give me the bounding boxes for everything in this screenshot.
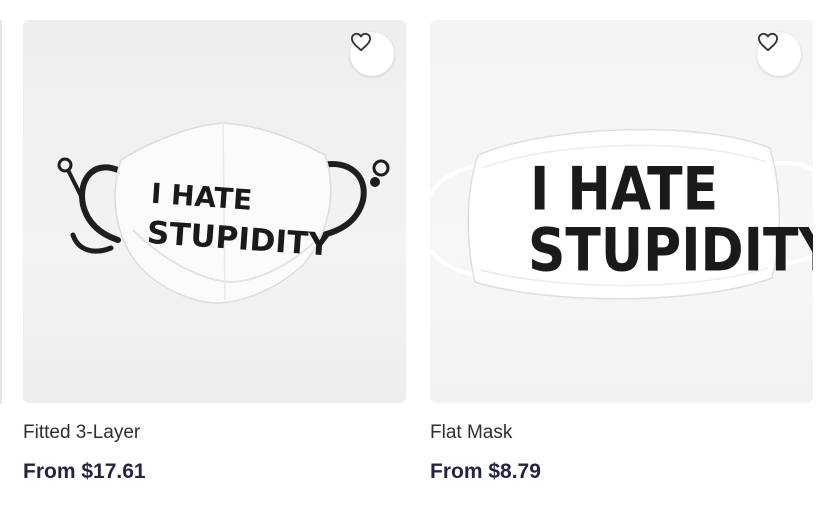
heart-icon	[758, 32, 778, 52]
product-image[interactable]: I HATE STUPIDITY	[23, 20, 406, 403]
flat-mask-image: I HATE STUPIDITY	[430, 128, 813, 300]
product-card-flat-mask[interactable]: I HATE STUPIDITY Flat Mask From $8.79	[430, 20, 813, 485]
previous-card-edge	[0, 20, 2, 404]
product-price: From $8.79	[430, 460, 541, 483]
fitted-mask-image: I HATE STUPIDITY	[57, 122, 390, 304]
mask-print-line1: I HATE	[530, 155, 718, 224]
mask-print-line1: I HATE	[150, 177, 253, 217]
product-title[interactable]: Fitted 3-Layer	[23, 422, 406, 444]
favorite-button[interactable]	[350, 32, 394, 76]
product-price: From $17.61	[23, 460, 146, 483]
product-image[interactable]: I HATE STUPIDITY	[430, 20, 813, 403]
product-title[interactable]: Flat Mask	[430, 422, 813, 444]
heart-icon	[350, 32, 371, 52]
product-card-fitted-3-layer[interactable]: I HATE STUPIDITY Fitted 3-Layer From $17…	[23, 20, 406, 485]
mask-print-line2: STUPIDITY	[528, 216, 813, 285]
favorite-button[interactable]	[757, 32, 801, 76]
